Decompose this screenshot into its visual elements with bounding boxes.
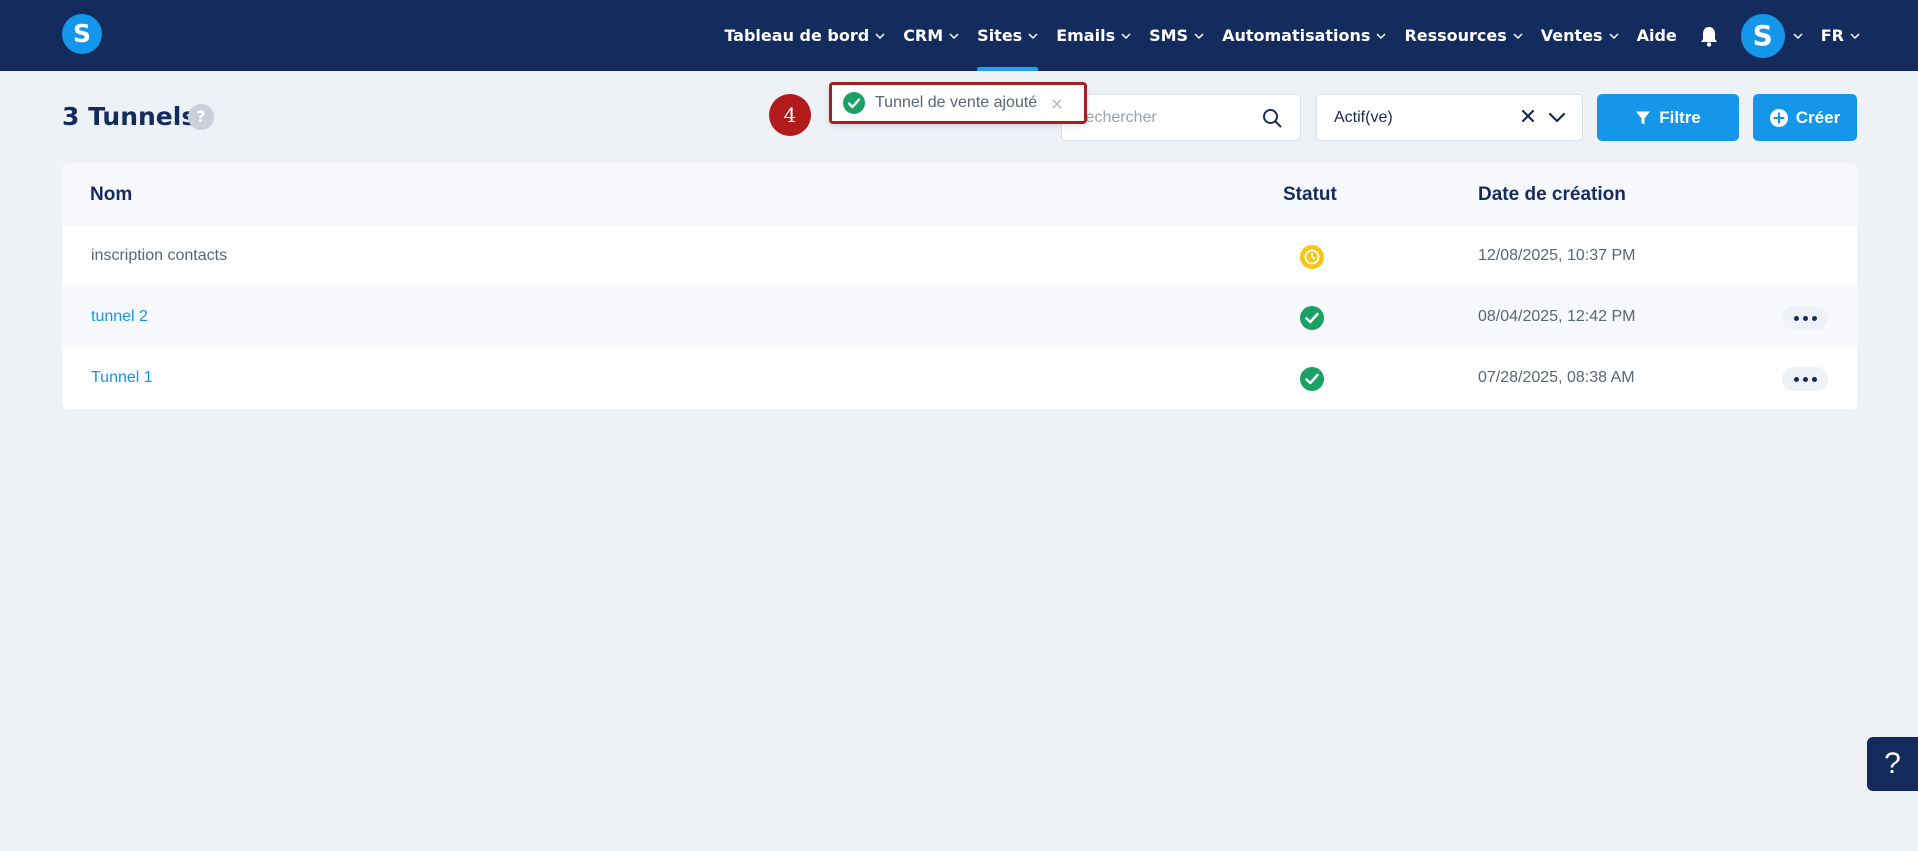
chevron-down-icon [1513, 32, 1523, 39]
nav-item-ressources[interactable]: Ressources [1404, 0, 1523, 71]
chevron-down-icon [1609, 32, 1619, 39]
success-toast: Tunnel de vente ajouté × [829, 82, 1087, 124]
creation-date: 07/28/2025, 08:38 AM [1478, 369, 1635, 386]
chevron-down-icon[interactable] [1548, 108, 1566, 126]
nav-item-label: Ventes [1540, 26, 1603, 45]
nav-item-sms[interactable]: SMS [1149, 0, 1204, 71]
nav-item-label: Emails [1056, 26, 1116, 45]
more-dots-icon [1811, 376, 1817, 382]
chevron-down-icon [1376, 32, 1386, 39]
more-dots-icon [1793, 376, 1799, 382]
nav-item-label: Aide [1636, 26, 1677, 45]
help-widget-button[interactable]: ? [1867, 737, 1918, 791]
nav-item-label: Sites [977, 26, 1023, 45]
more-dots-icon [1802, 376, 1808, 382]
nav-item-tableau-de-bord[interactable]: Tableau de bord [724, 0, 885, 71]
tunnels-table: Nom Statut Date de création inscription … [62, 163, 1857, 409]
chevron-down-icon [949, 32, 959, 39]
search-input[interactable] [1074, 105, 1254, 131]
brand-logo[interactable]: S [62, 14, 102, 54]
funnel-icon [1636, 111, 1651, 124]
table-row[interactable]: inscription contacts 12/08/2025, 10:37 P… [62, 226, 1857, 287]
table-row[interactable]: tunnel 2 08/04/2025, 12:42 PM [62, 287, 1857, 348]
tunnel-name-link[interactable]: tunnel 2 [91, 308, 148, 326]
nav-item-ventes[interactable]: Ventes [1541, 0, 1619, 71]
filter-button[interactable]: Filtre [1597, 94, 1739, 141]
search-icon[interactable] [1262, 108, 1282, 128]
nav-item-label: Ressources [1404, 26, 1507, 45]
nav-item-label: Tableau de bord [724, 26, 870, 45]
chevron-down-icon [1850, 32, 1860, 39]
row-actions-button[interactable] [1782, 306, 1828, 330]
check-circle-icon [1300, 367, 1324, 391]
page-title: 3 Tunnels [62, 102, 197, 131]
nav-item-sites[interactable]: Sites [977, 0, 1039, 71]
create-button[interactable]: Créer [1753, 94, 1857, 141]
status-filter-value: Actif(ve) [1334, 109, 1393, 126]
step-number-badge: 4 [769, 94, 811, 136]
table-row[interactable]: Tunnel 1 07/28/2025, 08:38 AM [62, 348, 1857, 409]
main-menu: Tableau de bord CRM Sites Emails SMS Aut… [706, 0, 1860, 71]
nav-item-aide[interactable]: Aide [1637, 0, 1677, 71]
chevron-down-icon [1194, 32, 1204, 39]
create-button-label: Créer [1795, 107, 1841, 127]
check-circle-icon [1300, 306, 1324, 330]
table-header: Nom Statut Date de création [62, 163, 1857, 226]
chevron-down-icon [875, 32, 885, 39]
chevron-down-icon [1121, 32, 1131, 39]
creation-date: 08/04/2025, 12:42 PM [1478, 308, 1636, 325]
clock-status-icon [1300, 245, 1324, 269]
tunnel-name-link[interactable]: Tunnel 1 [91, 369, 153, 387]
user-menu[interactable]: S [1740, 0, 1803, 71]
toast-message: Tunnel de vente ajouté [875, 94, 1038, 111]
clear-selection-icon[interactable] [1520, 108, 1536, 124]
language-label: FR [1820, 26, 1844, 45]
help-icon[interactable]: ? [188, 104, 214, 130]
nav-item-crm[interactable]: CRM [903, 0, 959, 71]
active-tab-indicator [977, 67, 1039, 71]
tunnel-name[interactable]: inscription contacts [91, 247, 227, 265]
status-filter-select[interactable]: Actif(ve) [1316, 94, 1583, 141]
check-circle-icon [843, 92, 865, 114]
column-header-date[interactable]: Date de création [1478, 184, 1626, 206]
avatar: S [1740, 13, 1785, 58]
notifications-button[interactable] [1699, 0, 1719, 71]
nav-item-automatisations[interactable]: Automatisations [1222, 0, 1386, 71]
top-navigation-bar: S Tableau de bord CRM Sites Emails SMS A… [0, 0, 1918, 71]
row-actions-button[interactable] [1782, 367, 1828, 391]
plus-circle-icon [1769, 108, 1788, 127]
filter-button-label: Filtre [1659, 107, 1701, 127]
chevron-down-icon [1028, 32, 1038, 39]
nav-item-label: Automatisations [1222, 26, 1371, 45]
column-header-status[interactable]: Statut [1283, 184, 1337, 206]
bell-icon [1700, 26, 1717, 47]
nav-item-label: SMS [1149, 26, 1189, 45]
search-field[interactable] [1061, 94, 1301, 141]
chevron-down-icon [1793, 32, 1803, 39]
creation-date: 12/08/2025, 10:37 PM [1478, 247, 1636, 264]
nav-item-emails[interactable]: Emails [1056, 0, 1131, 71]
more-dots-icon [1793, 315, 1799, 321]
more-dots-icon [1811, 315, 1817, 321]
nav-item-label: CRM [903, 26, 944, 45]
close-icon[interactable]: × [1050, 94, 1063, 113]
language-selector[interactable]: FR [1821, 0, 1860, 71]
column-header-name[interactable]: Nom [90, 184, 132, 206]
more-dots-icon [1802, 315, 1808, 321]
